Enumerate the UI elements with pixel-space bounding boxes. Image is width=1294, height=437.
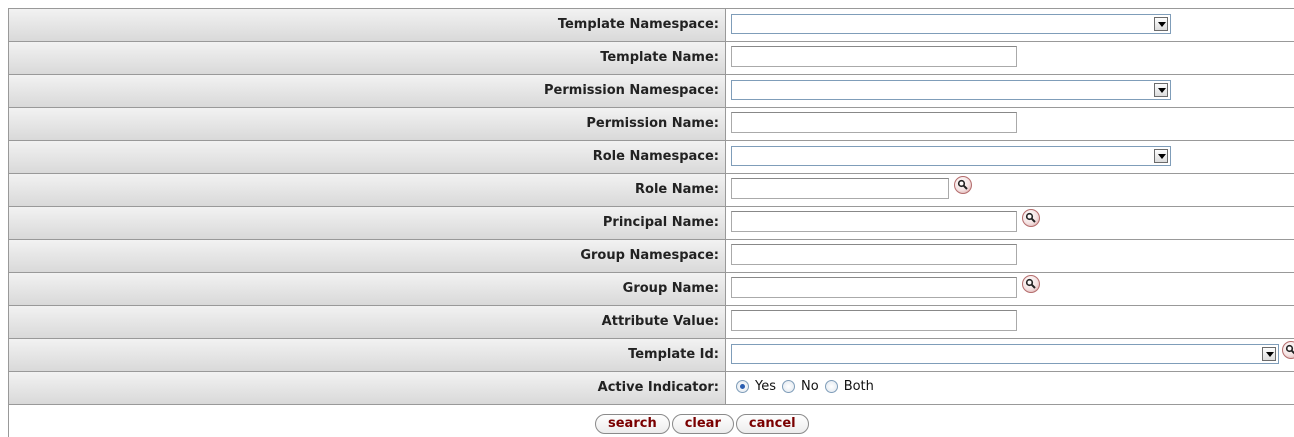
radio-both-label: Both — [843, 379, 874, 394]
permission-namespace-label: Permission Namespace: — [8, 75, 726, 107]
radio-both[interactable] — [824, 380, 838, 393]
group-name-label: Group Name: — [8, 273, 726, 305]
template-namespace-row: Template Namespace: — [8, 8, 1294, 41]
role-namespace-label: Role Namespace: — [8, 141, 726, 173]
permission-namespace-select[interactable] — [731, 80, 1171, 100]
lookup-icon[interactable] — [1282, 341, 1294, 359]
active-indicator-label: Active Indicator: — [8, 372, 726, 404]
principal-name-label: Principal Name: — [8, 207, 726, 239]
radio-no-label: No — [801, 379, 819, 394]
chevron-down-icon[interactable] — [1154, 149, 1168, 163]
role-namespace-select[interactable] — [731, 146, 1171, 166]
template-namespace-label: Template Namespace: — [8, 9, 726, 41]
template-name-input[interactable] — [731, 46, 1017, 67]
permission-namespace-row: Permission Namespace: — [8, 74, 1294, 107]
lookup-icon[interactable] — [954, 176, 972, 194]
chevron-down-icon[interactable] — [1154, 17, 1168, 31]
template-name-label: Template Name: — [8, 42, 726, 74]
clear-button[interactable]: clear — [671, 414, 734, 434]
template-name-row: Template Name: — [8, 41, 1294, 74]
group-namespace-row: Group Namespace: — [8, 239, 1294, 272]
chevron-down-icon[interactable] — [1262, 347, 1276, 361]
role-name-row: Role Name: — [8, 173, 1294, 206]
active-indicator-radio-group: Yes No Both — [736, 379, 880, 394]
attribute-value-label: Attribute Value: — [8, 306, 726, 338]
role-name-input[interactable] — [731, 178, 949, 199]
group-name-input[interactable] — [731, 277, 1017, 298]
lookup-icon[interactable] — [1022, 209, 1040, 227]
attribute-value-row: Attribute Value: — [8, 305, 1294, 338]
radio-yes[interactable] — [736, 380, 749, 393]
role-namespace-row: Role Namespace: — [8, 140, 1294, 173]
role-name-label: Role Name: — [8, 174, 726, 206]
template-id-select[interactable] — [731, 344, 1279, 364]
permission-name-row: Permission Name: — [8, 107, 1294, 140]
button-row: search clear cancel — [8, 404, 1294, 437]
lookup-icon[interactable] — [1022, 275, 1040, 293]
group-namespace-label: Group Namespace: — [8, 240, 726, 272]
group-name-row: Group Name: — [8, 272, 1294, 305]
permission-name-input[interactable] — [731, 112, 1017, 133]
form-buttons: search clear cancel — [595, 414, 811, 434]
attribute-value-input[interactable] — [731, 310, 1017, 331]
search-button[interactable]: search — [595, 414, 670, 434]
lookup-form: Template Namespace: Template Name: Permi… — [8, 8, 1294, 437]
radio-yes-label: Yes — [755, 379, 776, 394]
principal-name-row: Principal Name: — [8, 206, 1294, 239]
radio-no[interactable] — [782, 380, 795, 393]
principal-name-input[interactable] — [731, 211, 1017, 232]
cancel-button[interactable]: cancel — [735, 414, 809, 434]
group-namespace-input[interactable] — [731, 244, 1017, 265]
template-namespace-select[interactable] — [731, 14, 1171, 34]
chevron-down-icon[interactable] — [1154, 83, 1168, 97]
template-id-label: Template Id: — [8, 339, 726, 371]
active-indicator-row: Active Indicator: Yes No Both — [8, 371, 1294, 404]
template-id-row: Template Id: — [8, 338, 1294, 371]
permission-name-label: Permission Name: — [8, 108, 726, 140]
